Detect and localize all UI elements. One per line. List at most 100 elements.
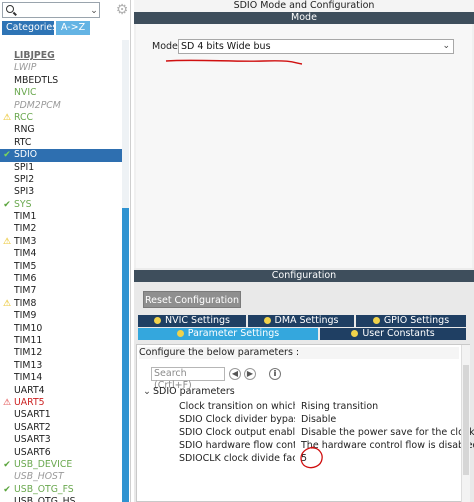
peripheral-tabs: Categories A->Z bbox=[2, 21, 92, 35]
parameter-search-input[interactable]: Search (Crtl+F) bbox=[151, 367, 225, 391]
peripheral-item-tim2[interactable]: TIM2 bbox=[0, 223, 122, 235]
warning-icon: ⚠ bbox=[2, 236, 12, 247]
status-dot-icon bbox=[176, 330, 184, 337]
peripheral-label: TIM10 bbox=[14, 322, 43, 334]
peripheral-item-pdm2pcm[interactable]: PDM2PCM bbox=[0, 100, 122, 112]
peripheral-item-usart6[interactable]: USART6 bbox=[0, 447, 122, 459]
peripheral-item-mbedtls[interactable]: MBEDTLS bbox=[0, 75, 122, 87]
parameter-value[interactable]: 5 bbox=[301, 452, 307, 465]
peripheral-item-tim8[interactable]: ⚠ TIM8 bbox=[0, 298, 122, 310]
parameter-scrollbar[interactable] bbox=[461, 345, 470, 502]
tab-a-to-z[interactable]: A->Z bbox=[56, 21, 90, 35]
peripheral-item-usart3[interactable]: USART3 bbox=[0, 434, 122, 446]
peripheral-item-tim4[interactable]: TIM4 bbox=[0, 248, 122, 260]
peripheral-label: USART6 bbox=[14, 446, 51, 458]
peripheral-item-rcc[interactable]: ⚠ RCC bbox=[0, 112, 122, 124]
peripheral-label: SYS bbox=[14, 198, 32, 210]
peripheral-label: USB_HOST bbox=[14, 471, 64, 483]
tab-gpio-settings[interactable]: GPIO Settings bbox=[356, 315, 466, 327]
peripheral-item-uart5[interactable]: ⚠ UART5 bbox=[0, 397, 122, 409]
reset-configuration-button[interactable]: Reset Configuration bbox=[143, 291, 241, 308]
parameter-group-header[interactable]: ⌄ SDIO parameters bbox=[143, 386, 235, 397]
peripheral-item-usb-otg-fs[interactable]: ✔ USB_OTG_FS bbox=[0, 484, 122, 496]
peripheral-item-sys[interactable]: ✔ SYS bbox=[0, 199, 122, 211]
scrollbar-thumb[interactable] bbox=[122, 208, 129, 502]
peripheral-item-usb-host[interactable]: USB_HOST bbox=[0, 471, 122, 483]
parameter-row[interactable]: SDIO hardware flow control The hardware … bbox=[179, 439, 474, 452]
peripheral-item-nvic[interactable]: NVIC bbox=[0, 87, 122, 99]
tab-dma-settings[interactable]: DMA Settings bbox=[248, 315, 354, 327]
peripheral-item-spi2[interactable]: SPI2 bbox=[0, 174, 122, 186]
peripheral-item-tim12[interactable]: TIM12 bbox=[0, 347, 122, 359]
tab-parameter-settings[interactable]: Parameter Settings bbox=[138, 328, 318, 340]
peripheral-label: PDM2PCM bbox=[14, 99, 61, 111]
search-next-icon[interactable]: ▶ bbox=[244, 368, 256, 380]
peripheral-item-rng[interactable]: RNG bbox=[0, 124, 122, 136]
status-dot-icon bbox=[372, 317, 380, 324]
peripheral-label: USART3 bbox=[14, 434, 51, 446]
chevron-down-icon[interactable]: ⌄ bbox=[143, 386, 153, 397]
peripheral-item-sdio[interactable]: ✔ SDIO bbox=[0, 149, 122, 162]
check-icon: ✔ bbox=[3, 484, 11, 495]
peripheral-item-tim10[interactable]: TIM10 bbox=[0, 323, 122, 335]
peripheral-item-usb-otg-hs[interactable]: USB_OTG_HS bbox=[0, 496, 122, 502]
peripheral-item-tim13[interactable]: TIM13 bbox=[0, 360, 122, 372]
tab-categories[interactable]: Categories bbox=[2, 21, 57, 35]
parameter-name: SDIO hardware flow control bbox=[179, 440, 295, 451]
peripheral-item-spi1[interactable]: SPI1 bbox=[0, 162, 122, 174]
peripheral-item-tim11[interactable]: TIM11 bbox=[0, 335, 122, 347]
peripheral-item-tim7[interactable]: TIM7 bbox=[0, 285, 122, 297]
peripheral-label: SPI1 bbox=[14, 161, 35, 173]
chevron-down-icon[interactable]: ⌄ bbox=[89, 5, 99, 17]
peripheral-item-lwip[interactable]: LWIP bbox=[0, 62, 122, 74]
peripheral-label: TIM2 bbox=[14, 223, 37, 235]
peripheral-item-libjpeg[interactable]: LIBJPEG bbox=[0, 50, 122, 62]
peripheral-item-tim6[interactable]: TIM6 bbox=[0, 273, 122, 285]
parameter-name: SDIO Clock divider bypass bbox=[179, 414, 295, 425]
parameter-row[interactable]: Clock transition on which th... Rising t… bbox=[179, 400, 469, 413]
peripheral-label: MBEDTLS bbox=[14, 74, 59, 86]
peripheral-item-usb-device[interactable]: ✔ USB_DEVICE bbox=[0, 459, 122, 471]
peripheral-label: UART5 bbox=[14, 396, 45, 408]
info-icon[interactable]: i bbox=[269, 368, 281, 380]
peripheral-label: RTC bbox=[14, 136, 32, 148]
chevron-down-icon[interactable]: ⌄ bbox=[442, 40, 450, 53]
tab-label: NVIC Settings bbox=[164, 315, 231, 326]
tab-user-constants[interactable]: User Constants bbox=[320, 328, 466, 340]
parameter-value[interactable]: The hardware control flow is disabled bbox=[301, 439, 474, 452]
peripheral-label: TIM7 bbox=[14, 285, 37, 297]
search-previous-icon[interactable]: ◀ bbox=[229, 368, 241, 380]
scrollbar-thumb[interactable] bbox=[463, 365, 469, 475]
peripheral-label: TIM3 bbox=[14, 235, 37, 247]
parameter-value[interactable]: Rising transition bbox=[301, 400, 378, 413]
peripheral-item-tim9[interactable]: TIM9 bbox=[0, 310, 122, 322]
parameter-row[interactable]: SDIO Clock divider bypass Disable bbox=[179, 413, 469, 426]
configuration-section: Configuration Reset Configuration NVIC S… bbox=[134, 270, 474, 502]
parameter-value[interactable]: Disable bbox=[301, 413, 336, 426]
peripheral-item-spi3[interactable]: SPI3 bbox=[0, 186, 122, 198]
mode-section: SDIO Mode and Configuration Mode Mode SD… bbox=[134, 0, 474, 268]
red-underline-annotation bbox=[165, 59, 303, 65]
check-icon: ✔ bbox=[3, 459, 11, 470]
parameter-row[interactable]: SDIO Clock output enable w... Disable th… bbox=[179, 426, 474, 439]
peripheral-label: USB_OTG_FS bbox=[14, 483, 74, 495]
peripheral-item-tim3[interactable]: ⚠ TIM3 bbox=[0, 236, 122, 248]
gear-icon[interactable]: ⚙ bbox=[115, 3, 129, 17]
peripheral-item-tim1[interactable]: TIM1 bbox=[0, 211, 122, 223]
group-label: SDIO parameters bbox=[153, 386, 235, 397]
error-icon: ⚠ bbox=[2, 397, 12, 408]
peripheral-item-rtc[interactable]: RTC bbox=[0, 137, 122, 149]
parameter-row[interactable]: SDIOCLK clock divide factor 5 bbox=[179, 452, 469, 465]
mode-select[interactable]: SD 4 bits Wide bus ⌄ bbox=[178, 39, 454, 54]
peripheral-item-usart1[interactable]: USART1 bbox=[0, 409, 122, 421]
peripheral-search-input[interactable]: ⌄ bbox=[2, 2, 100, 18]
peripheral-item-tim14[interactable]: TIM14 bbox=[0, 372, 122, 384]
peripheral-item-usart2[interactable]: USART2 bbox=[0, 422, 122, 434]
tab-nvic-settings[interactable]: NVIC Settings bbox=[138, 315, 246, 327]
parameter-value[interactable]: Disable the power save for the clock bbox=[301, 426, 474, 439]
peripheral-item-uart4[interactable]: UART4 bbox=[0, 385, 122, 397]
peripheral-item-tim5[interactable]: TIM5 bbox=[0, 261, 122, 273]
peripheral-label: TIM13 bbox=[14, 359, 43, 371]
peripheral-list-scrollbar[interactable] bbox=[122, 40, 129, 502]
mode-label: Mode bbox=[152, 41, 178, 52]
